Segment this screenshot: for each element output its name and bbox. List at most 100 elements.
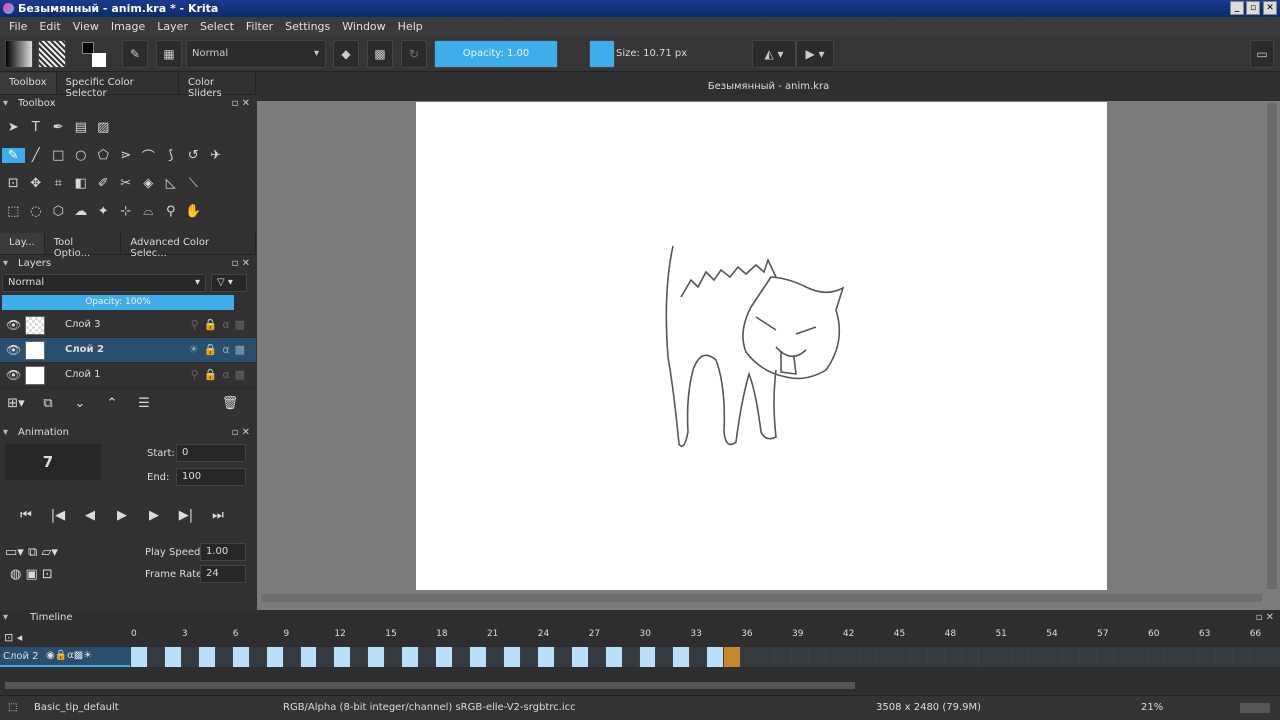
keyframe-cell[interactable] [605, 647, 622, 667]
frame-cell[interactable] [893, 647, 910, 667]
keyframe-cell[interactable] [368, 647, 385, 667]
mirror-vertical-icon[interactable]: ▶ ▾ [796, 40, 834, 68]
next-keyframe-icon[interactable]: ▶| [170, 508, 202, 523]
size-slider-fill[interactable] [589, 40, 615, 68]
menu-image[interactable]: Image [105, 17, 151, 36]
polygon-select-icon[interactable]: ⬡ [47, 204, 70, 219]
layer-properties-icons[interactable]: ⚲🔒α▩ [191, 368, 250, 381]
ellipse-tool-icon[interactable]: ○ [70, 148, 93, 163]
keyframe-cell[interactable] [503, 647, 520, 667]
frame-track[interactable] [130, 647, 1280, 667]
current-frame-cell[interactable] [724, 647, 741, 667]
layer-row[interactable]: 👁 Слой 3 ⚲🔒α▩ [0, 313, 256, 338]
brush-preset-icon[interactable]: ✎ [122, 40, 148, 68]
rect-select-icon[interactable]: ⬚ [2, 204, 25, 219]
close-icon[interactable]: ▫ ✕ [232, 424, 250, 442]
keyframe-cell[interactable] [470, 647, 486, 667]
tab-specific-color-selector[interactable]: Specific Color Selector [57, 73, 179, 99]
colorize-mask-icon[interactable]: ✂ [115, 176, 138, 191]
keyframe-cell[interactable] [673, 647, 690, 667]
frame-cell[interactable] [147, 647, 164, 667]
zoom-slider[interactable] [1240, 703, 1270, 713]
frame-cell[interactable] [927, 647, 944, 667]
ellipse-select-icon[interactable]: ◌ [25, 204, 48, 219]
close-icon[interactable]: ▫ ✕ [232, 255, 250, 273]
keyframe-cell[interactable] [402, 647, 419, 667]
fill-icon[interactable]: ◈ [137, 176, 160, 191]
layer-blend-mode-select[interactable]: Normal ▾ [2, 274, 206, 292]
timeline-scrollbar[interactable] [5, 682, 855, 689]
keyframe-cell[interactable] [334, 647, 351, 667]
onion-skin-icon[interactable]: ◍ ▣ ⊡ [10, 567, 53, 582]
canvas-paper[interactable] [416, 102, 1107, 590]
frame-cell[interactable] [283, 647, 300, 667]
brush-settings-icon[interactable]: ▦ [156, 40, 182, 68]
start-frame-input[interactable]: 0 [176, 444, 246, 462]
frame-cell[interactable] [520, 647, 537, 667]
canvas-area[interactable]: Безымянный - anim.kra [257, 73, 1280, 610]
frame-cell[interactable] [978, 647, 995, 667]
frame-cell[interactable] [453, 647, 469, 667]
menu-settings[interactable]: Settings [279, 17, 336, 36]
maximize-button[interactable]: ▫ [1246, 1, 1260, 15]
horizontal-scrollbar[interactable] [262, 594, 1262, 602]
layer-filter-icon[interactable]: ▽ ▾ [211, 274, 247, 292]
frame-cell[interactable] [775, 647, 792, 667]
tab-toolbox[interactable]: Toolbox [0, 73, 57, 94]
keyframe-cell[interactable] [164, 647, 181, 667]
tab-tool-options[interactable]: Tool Optio... [45, 233, 122, 259]
bezier-select-icon[interactable]: ⌓ [137, 204, 160, 219]
frame-cell[interactable] [741, 647, 758, 667]
frame-cell[interactable] [622, 647, 639, 667]
frame-cell[interactable] [995, 647, 1012, 667]
layer-properties-icons[interactable]: ☀🔒α▩ [189, 343, 250, 356]
layer-properties-icon[interactable]: ☰ [128, 396, 160, 411]
line-tool-icon[interactable]: ╱ [25, 148, 48, 163]
keyframe-cell[interactable] [436, 647, 453, 667]
timeline-layer-props-icons[interactable]: ◉🔒α▩☀ [46, 650, 92, 661]
keyframe-cell[interactable] [707, 647, 724, 667]
play-speed-input[interactable]: 1.00 [200, 543, 246, 561]
frame-cell[interactable] [1164, 647, 1181, 667]
frame-cell[interactable] [910, 647, 927, 667]
layer-properties-icons[interactable]: ⚲🔒α▩ [191, 318, 250, 331]
alpha-lock-icon[interactable]: ▩ [367, 40, 393, 68]
frame-cell[interactable] [1198, 647, 1215, 667]
menu-edit[interactable]: Edit [33, 17, 66, 36]
frame-cell[interactable] [758, 647, 775, 667]
end-frame-input[interactable]: 100 [176, 468, 246, 486]
first-frame-icon[interactable]: ⏮ [10, 508, 42, 523]
delete-layer-icon[interactable]: 🗑 [214, 396, 246, 411]
visibility-eye-icon[interactable]: 👁 [6, 318, 21, 332]
pattern-edit-icon[interactable]: ▨ [92, 120, 115, 135]
frame-cell[interactable] [1266, 647, 1280, 667]
move-layer-down-icon[interactable]: ⌄ [64, 396, 96, 411]
frame-cell[interactable] [554, 647, 571, 667]
menu-window[interactable]: Window [336, 17, 391, 36]
keyframe-cell[interactable] [300, 647, 317, 667]
add-keyframe-icon[interactable]: ▭▾ ⧉ ▱▾ [5, 545, 58, 560]
bezier-icon[interactable]: ⌒ [137, 146, 160, 165]
frame-ruler[interactable]: 0 3 6 9 12 15 18 21 24 27 30 33 36 39 42 45 48 51 54 57 60 63… [0, 629, 1280, 643]
edit-shapes-icon[interactable]: ▤ [70, 120, 93, 135]
keyframe-cell[interactable] [537, 647, 554, 667]
keyframe-cell[interactable] [131, 647, 147, 667]
layer-row-selected[interactable]: 👁 Слой 2 ☀🔒α▩ [0, 338, 256, 363]
frame-cell[interactable] [588, 647, 605, 667]
mirror-horizontal-icon[interactable]: ◭ ▾ [752, 40, 796, 68]
frame-cell[interactable] [809, 647, 825, 667]
layer-row[interactable]: 👁 Слой 1 ⚲🔒α▩ [0, 363, 256, 388]
keyframe-cell[interactable] [198, 647, 215, 667]
frame-cell[interactable] [656, 647, 673, 667]
gradient-selector[interactable] [5, 40, 33, 68]
frame-cell[interactable] [825, 647, 842, 667]
close-icon[interactable]: ▫ ✕ [1256, 610, 1274, 626]
last-frame-icon[interactable]: ⏭ [202, 508, 234, 523]
select-shapes-icon[interactable]: ➤ [2, 120, 25, 135]
dynamic-brush-icon[interactable]: ↺ [182, 148, 205, 163]
frame-cell[interactable] [1046, 647, 1063, 667]
keyframe-cell[interactable] [571, 647, 588, 667]
frame-cell[interactable] [1029, 647, 1046, 667]
previous-keyframe-icon[interactable]: |◀ [42, 508, 74, 523]
frame-cell[interactable] [1181, 647, 1198, 667]
